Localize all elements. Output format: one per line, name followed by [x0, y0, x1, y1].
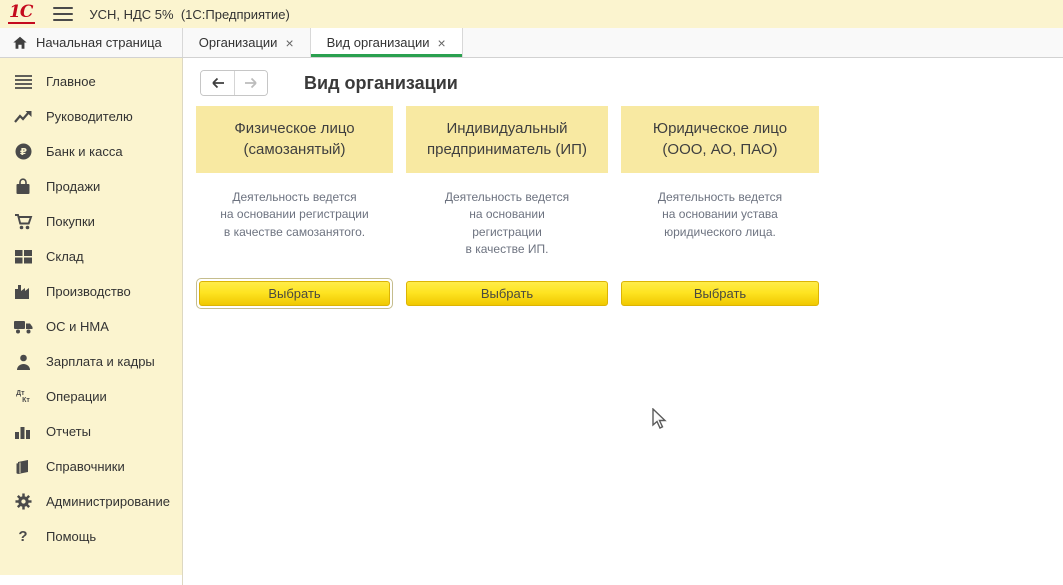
window-title: УСН, НДС 5% (1С:Предприятие)	[89, 7, 289, 22]
books-icon	[13, 458, 33, 476]
arrow-left-icon	[211, 77, 225, 89]
tab-home[interactable]: Начальная страница	[0, 28, 183, 57]
card-description: Деятельность ведется на основании регист…	[196, 189, 393, 278]
main-content: Вид организации Физическое лицо (самозан…	[183, 58, 1063, 585]
truck-icon	[13, 318, 33, 336]
sidebar-item-label: Отчеты	[46, 424, 91, 439]
sidebar-item-label: Администрирование	[46, 494, 170, 509]
factory-icon	[13, 283, 33, 301]
sidebar-item-proizvodstvo[interactable]: Производство	[0, 274, 182, 309]
menu-lines-icon	[13, 73, 33, 91]
card-individual-selfemployed: Физическое лицо (самозанятый) Деятельнос…	[196, 106, 393, 309]
tab-label: Вид организации	[327, 35, 430, 50]
person-icon	[13, 353, 33, 371]
app-window: 1С УСН, НДС 5% (1С:Предприятие) Начальна…	[0, 0, 1063, 585]
history-nav-group	[200, 70, 268, 96]
sidebar-item-pokupki[interactable]: Покупки	[0, 204, 182, 239]
sidebar-item-zarplata-i-kadry[interactable]: Зарплата и кадры	[0, 344, 182, 379]
sidebar-item-glavnoe[interactable]: Главное	[0, 64, 182, 99]
gear-icon	[13, 493, 33, 511]
sidebar-item-operacii[interactable]: ДтКт Операции	[0, 379, 182, 414]
sidebar-item-label: Банк и касса	[46, 144, 123, 159]
sidebar-item-label: Операции	[46, 389, 107, 404]
back-button[interactable]	[201, 71, 234, 95]
shopping-cart-icon	[13, 213, 33, 231]
tab-bar: Начальная страница Организации × Вид орг…	[0, 28, 1063, 58]
select-button-legal[interactable]: Выбрать	[621, 281, 819, 306]
card-title: Юридическое лицо (ООО, АО, ПАО)	[621, 106, 819, 173]
sidebar-item-label: Главное	[46, 74, 96, 89]
card-title: Индивидуальный предприниматель (ИП)	[406, 106, 608, 173]
1c-logo-text: 1С	[8, 4, 35, 24]
close-icon[interactable]: ×	[285, 36, 293, 50]
card-entrepreneur-ip: Индивидуальный предприниматель (ИП) Деят…	[406, 106, 608, 309]
pallet-grid-icon	[13, 248, 33, 266]
shopping-bag-icon	[13, 178, 33, 196]
tab-label: Организации	[199, 35, 278, 50]
select-button-ip[interactable]: Выбрать	[406, 281, 608, 306]
sidebar-item-sklad[interactable]: Склад	[0, 239, 182, 274]
arrow-right-icon	[244, 77, 258, 89]
sidebar: Главное Руководителю ₽ Банк и касса Прод…	[0, 58, 183, 585]
organization-type-cards: Физическое лицо (самозанятый) Деятельнос…	[196, 106, 1063, 309]
window-titlebar: 1С УСН, НДС 5% (1С:Предприятие)	[0, 0, 1063, 28]
sidebar-item-pomosch[interactable]: ? Помощь	[0, 519, 182, 554]
forward-button[interactable]	[234, 71, 267, 95]
sidebar-item-otchety[interactable]: Отчеты	[0, 414, 182, 449]
card-description: Деятельность ведется на основании устава…	[621, 189, 819, 278]
question-icon: ?	[13, 528, 33, 546]
trend-arrow-icon	[13, 108, 33, 126]
page-title: Вид организации	[304, 73, 458, 94]
sidebar-item-administrirovanie[interactable]: Администрирование	[0, 484, 182, 519]
sidebar-item-rukovoditelyu[interactable]: Руководителю	[0, 99, 182, 134]
tab-organizations[interactable]: Организации ×	[183, 28, 311, 57]
sidebar-item-spravochniki[interactable]: Справочники	[0, 449, 182, 484]
sidebar-item-label: Продажи	[46, 179, 100, 194]
debit-credit-icon: ДтКт	[13, 388, 33, 406]
sidebar-item-os-i-nma[interactable]: ОС и НМА	[0, 309, 182, 344]
1c-logo: 1С	[8, 4, 35, 24]
sidebar-item-label: ОС и НМА	[46, 319, 109, 334]
sidebar-item-label: Склад	[46, 249, 84, 264]
select-button-selfemployed[interactable]: Выбрать	[199, 281, 390, 306]
sidebar-item-label: Руководителю	[46, 109, 133, 124]
bar-chart-icon	[13, 423, 33, 441]
sidebar-item-bank-i-kassa[interactable]: ₽ Банк и касса	[0, 134, 182, 169]
tab-organization-type[interactable]: Вид организации ×	[311, 28, 463, 57]
ruble-circle-icon: ₽	[13, 143, 33, 161]
sidebar-item-label: Зарплата и кадры	[46, 354, 155, 369]
sidebar-item-label: Покупки	[46, 214, 95, 229]
main-menu-icon[interactable]	[53, 7, 73, 21]
default-button-focus-ring: Выбрать	[196, 278, 393, 309]
close-icon[interactable]: ×	[438, 36, 446, 50]
svg-text:₽: ₽	[20, 147, 27, 158]
sidebar-item-label: Помощь	[46, 529, 96, 544]
sidebar-item-prodazhi[interactable]: Продажи	[0, 169, 182, 204]
card-legal-entity: Юридическое лицо (ООО, АО, ПАО) Деятельн…	[621, 106, 819, 309]
sidebar-item-label: Справочники	[46, 459, 125, 474]
sidebar-item-label: Производство	[46, 284, 131, 299]
card-description: Деятельность ведется на основании регист…	[406, 189, 608, 278]
home-icon	[12, 35, 28, 51]
card-title: Физическое лицо (самозанятый)	[196, 106, 393, 173]
tab-label: Начальная страница	[36, 35, 162, 50]
